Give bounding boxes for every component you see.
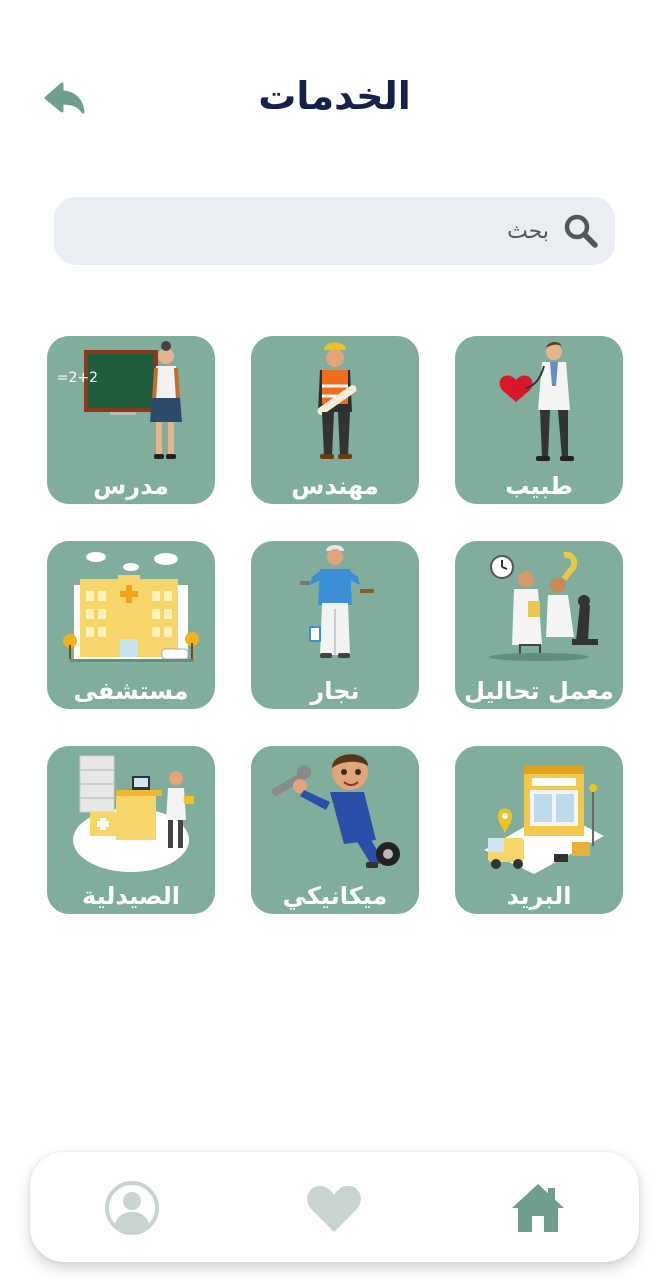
service-card-engineer[interactable]: مهندس bbox=[251, 336, 419, 504]
service-card-mechanic[interactable]: ميكانيكي bbox=[251, 746, 419, 914]
carpenter-illustration bbox=[300, 545, 374, 658]
chalkboard-text: 2+2=? bbox=[56, 370, 98, 386]
hospital-illustration bbox=[63, 552, 199, 662]
heart-icon bbox=[307, 1185, 361, 1232]
service-card-carpenter[interactable]: نجار bbox=[251, 541, 419, 709]
search-bar[interactable] bbox=[54, 197, 615, 265]
teacher-illustration: 2+2=? bbox=[56, 341, 182, 459]
service-label: البريد bbox=[506, 882, 572, 910]
nav-home[interactable] bbox=[508, 1178, 568, 1238]
service-label: طبيب bbox=[505, 472, 573, 500]
lab-illustration bbox=[489, 551, 598, 661]
pharmacy-illustration bbox=[73, 755, 194, 872]
page-title: الخدمات bbox=[258, 74, 411, 118]
service-card-pharmacy[interactable]: الصيدلية bbox=[47, 746, 215, 914]
engineer-illustration bbox=[317, 342, 357, 459]
service-label: الصيدلية bbox=[82, 882, 180, 910]
service-label: معمل تحاليل bbox=[464, 677, 614, 705]
doctor-illustration bbox=[499, 342, 574, 461]
search-icon bbox=[564, 214, 598, 248]
service-card-teacher[interactable]: 2+2=? مدرس bbox=[47, 336, 215, 504]
service-card-post-office[interactable]: البريد bbox=[455, 746, 623, 914]
services-grid: طبيب مهندس 2+2=? bbox=[46, 336, 623, 914]
service-card-hospital[interactable]: مستشفى bbox=[47, 541, 215, 709]
service-label: مستشفى bbox=[73, 677, 189, 705]
service-label: ميكانيكي bbox=[282, 882, 388, 910]
profile-icon bbox=[105, 1181, 159, 1235]
nav-profile[interactable] bbox=[102, 1178, 162, 1238]
search-input[interactable] bbox=[109, 211, 549, 251]
service-card-lab[interactable]: معمل تحاليل bbox=[455, 541, 623, 709]
service-label: مهندس bbox=[291, 472, 379, 500]
home-icon bbox=[512, 1184, 564, 1232]
nav-favorites[interactable] bbox=[304, 1178, 364, 1238]
post-office-illustration bbox=[484, 766, 604, 874]
service-label: مدرس bbox=[93, 472, 169, 500]
service-card-doctor[interactable]: طبيب bbox=[455, 336, 623, 504]
header: الخدمات bbox=[0, 60, 669, 140]
bottom-nav bbox=[30, 1152, 639, 1262]
service-label: نجار bbox=[310, 677, 360, 705]
mechanic-illustration bbox=[271, 754, 400, 868]
